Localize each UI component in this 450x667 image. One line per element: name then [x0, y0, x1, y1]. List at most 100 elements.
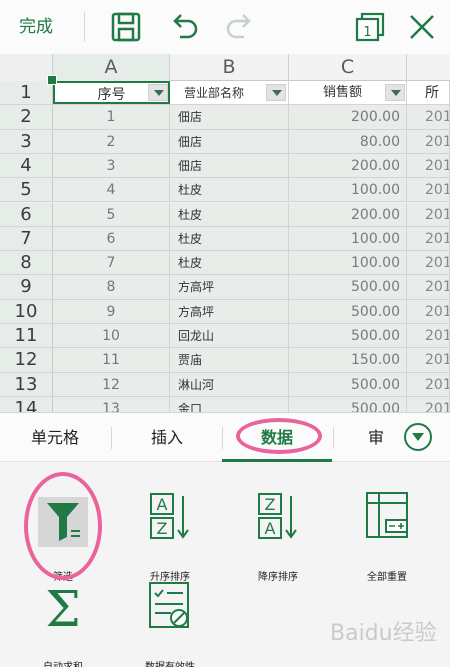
filter-dropdown-icon[interactable]: [148, 84, 168, 101]
cell-d[interactable]: 201: [407, 324, 450, 348]
column-header-c[interactable]: C: [289, 54, 407, 81]
row-number[interactable]: 2: [0, 105, 53, 129]
cell-sales[interactable]: 200.00: [289, 153, 407, 178]
table-row: 12 11 贾庙 150.00 201: [0, 348, 450, 373]
cell-branch[interactable]: 淋山河: [170, 372, 289, 396]
row-number[interactable]: 4: [0, 153, 53, 178]
tab-cell[interactable]: 单元格: [0, 413, 110, 462]
cell-seq[interactable]: 1: [53, 105, 170, 129]
redo-icon[interactable]: [222, 9, 258, 45]
cell-sales[interactable]: 100.00: [289, 178, 407, 202]
cell-seq[interactable]: 11: [53, 348, 170, 372]
row-number[interactable]: 5: [0, 178, 53, 202]
cell-d[interactable]: 201: [407, 396, 450, 412]
cell-d[interactable]: 201: [407, 299, 450, 323]
cell-d[interactable]: 201: [407, 153, 450, 178]
cell-branch[interactable]: 杜皮: [170, 251, 289, 275]
cell-branch[interactable]: 回龙山: [170, 324, 289, 348]
row-number[interactable]: 9: [0, 275, 53, 299]
cell-branch[interactable]: 方高坪: [170, 299, 289, 323]
sort-descending-label: 降序排序: [258, 572, 298, 583]
cell-seq[interactable]: 12: [53, 372, 170, 396]
cell-branch[interactable]: 贾庙: [170, 348, 289, 372]
column-header-d[interactable]: [407, 54, 450, 81]
cell-branch[interactable]: 佃店: [170, 105, 289, 129]
cell-branch[interactable]: 佃店: [170, 129, 289, 153]
cell-d[interactable]: 201: [407, 275, 450, 299]
cell-sales[interactable]: 500.00: [289, 299, 407, 323]
cell-seq[interactable]: 13: [53, 396, 170, 412]
cell-sales[interactable]: 500.00: [289, 275, 407, 299]
cell-d[interactable]: 201: [407, 372, 450, 396]
cell-branch[interactable]: 佃店: [170, 153, 289, 178]
cell-branch[interactable]: 方高坪: [170, 275, 289, 299]
table-row: 4 3 佃店 200.00 201: [0, 153, 450, 179]
cell-branch[interactable]: 杜皮: [170, 226, 289, 251]
cell-seq[interactable]: 2: [53, 129, 170, 153]
tab-review[interactable]: 审: [334, 413, 404, 462]
cell-sales[interactable]: 150.00: [289, 348, 407, 372]
cell-d[interactable]: 201: [407, 129, 450, 153]
cell-branch[interactable]: 杜皮: [170, 178, 289, 202]
cell-branch[interactable]: 金口: [170, 396, 289, 412]
reset-all-label: 全部重置: [367, 572, 407, 583]
cell-d[interactable]: 201: [407, 251, 450, 275]
table-row: 13 12 淋山河 500.00 201: [0, 372, 450, 397]
sort-ascending-glyph-bottom: Z: [157, 519, 168, 538]
cell-seq[interactable]: 3: [53, 153, 170, 178]
data-validation-button[interactable]: 数据有效性: [125, 580, 215, 667]
cell-d[interactable]: 201: [407, 105, 450, 129]
row-number[interactable]: 7: [0, 226, 53, 251]
row-number[interactable]: 13: [0, 372, 53, 396]
cell-d[interactable]: 201: [407, 202, 450, 226]
cell-sales[interactable]: 100.00: [289, 226, 407, 251]
cell-seq[interactable]: 8: [53, 275, 170, 299]
cell-seq[interactable]: 9: [53, 299, 170, 323]
selection-handle[interactable]: [47, 75, 57, 85]
save-icon[interactable]: [108, 9, 144, 45]
autosum-button[interactable]: Σ 自动求和: [18, 580, 108, 667]
column-header-a[interactable]: A: [53, 54, 170, 81]
spreadsheet-grid[interactable]: A B C 1 序号 营业部名称 销售额 所 2 1 佃店 200.00 201 3 2 佃店…: [0, 54, 450, 412]
cell-branch[interactable]: 杜皮: [170, 202, 289, 226]
cell-sales[interactable]: 500.00: [289, 372, 407, 396]
cell-sales[interactable]: 100.00: [289, 251, 407, 275]
cell-seq[interactable]: 5: [53, 202, 170, 226]
row-number[interactable]: 8: [0, 251, 53, 275]
cell-d[interactable]: 201: [407, 178, 450, 202]
window-switch-icon[interactable]: 1: [352, 9, 388, 45]
cell-sales[interactable]: 500.00: [289, 324, 407, 348]
sort-ascending-button[interactable]: A Z 升序排序: [125, 490, 215, 590]
row-number[interactable]: 11: [0, 324, 53, 348]
sort-descending-button[interactable]: Z A 降序排序: [233, 490, 323, 590]
tab-insert[interactable]: 插入: [112, 413, 222, 462]
cell-sales[interactable]: 200.00: [289, 105, 407, 129]
done-button[interactable]: 完成: [0, 0, 72, 54]
filter-dropdown-icon[interactable]: [385, 84, 405, 101]
cell-header-d[interactable]: 所: [407, 81, 450, 105]
reset-all-button[interactable]: 全部重置: [342, 490, 432, 590]
cell-seq[interactable]: 7: [53, 251, 170, 275]
cell-sales[interactable]: 80.00: [289, 129, 407, 153]
cell-sales[interactable]: 200.00: [289, 202, 407, 226]
cell-seq[interactable]: 4: [53, 178, 170, 202]
undo-icon[interactable]: [166, 9, 202, 45]
row-number[interactable]: 12: [0, 348, 53, 372]
select-all-corner[interactable]: [0, 54, 53, 81]
more-tabs-icon[interactable]: [404, 423, 432, 451]
sort-ascending-icon: A Z: [147, 490, 193, 544]
column-header-b[interactable]: B: [170, 54, 289, 81]
row-number[interactable]: 14: [0, 396, 53, 412]
cell-sales[interactable]: 500.00: [289, 396, 407, 412]
cell-d[interactable]: 201: [407, 226, 450, 251]
filter-dropdown-icon[interactable]: [266, 84, 286, 101]
cell-seq[interactable]: 10: [53, 324, 170, 348]
cell-seq[interactable]: 6: [53, 226, 170, 251]
row-number[interactable]: 6: [0, 202, 53, 226]
row-number[interactable]: 1: [0, 81, 53, 105]
row-number[interactable]: 3: [0, 129, 53, 153]
cell-d[interactable]: 201: [407, 348, 450, 372]
close-icon[interactable]: [404, 9, 440, 45]
autosum-label: 自动求和: [8, 658, 118, 667]
row-number[interactable]: 10: [0, 299, 53, 323]
